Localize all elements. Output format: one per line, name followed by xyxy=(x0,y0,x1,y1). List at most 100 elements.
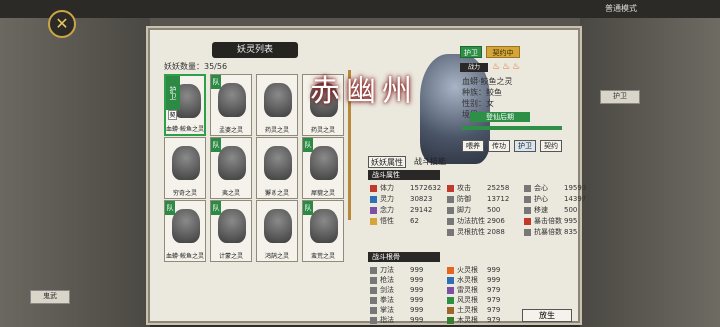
spirit-card[interactable]: 队孟婆之灵 xyxy=(210,74,252,136)
stat-label: 护心 xyxy=(534,195,548,203)
stat-value: 999 xyxy=(410,296,424,304)
stat-row: 功法抗性 2906 xyxy=(447,216,505,226)
spirit-card[interactable]: 队血蟒·鲛鱼之灵 xyxy=(164,200,206,262)
stat-value: 500 xyxy=(487,206,501,214)
stat-row: 攻击 25258 xyxy=(447,183,509,193)
stat-icon xyxy=(447,286,454,294)
stat-row: 枪法 999 xyxy=(370,275,423,285)
spirit-card[interactable]: 鸿鹄之灵 xyxy=(256,200,298,262)
stat-value: 1572632 xyxy=(410,184,442,192)
spirit-card-name: 鸿鹄之灵 xyxy=(264,253,289,260)
stat-row: 土灵根 979 xyxy=(447,305,500,315)
stat-icon xyxy=(447,306,454,314)
stat-value: 995 xyxy=(564,217,578,225)
contract-button[interactable]: 契约 xyxy=(540,140,562,152)
stat-value: 999 xyxy=(410,306,424,314)
flame-icon: ♨ xyxy=(502,62,511,72)
side-card[interactable]: 护卫 xyxy=(600,90,640,104)
spirit-card-name: 獬豸之灵 xyxy=(264,190,289,197)
spirit-figure xyxy=(172,146,200,180)
spirit-card-name: 药灵之灵 xyxy=(310,127,335,134)
transfer-button[interactable]: 传功 xyxy=(488,140,510,152)
stat-icon xyxy=(447,195,454,203)
spirit-card-name: 计蒙之灵 xyxy=(218,253,243,260)
stat-icon xyxy=(524,195,531,203)
stat-row: 护心 14397 xyxy=(524,194,586,204)
stat-label: 会心 xyxy=(534,184,548,192)
stat-row: 木灵根 979 xyxy=(447,315,500,325)
stat-icon xyxy=(370,296,377,304)
tab-skills[interactable]: 战斗技能 xyxy=(410,156,450,168)
stat-icon xyxy=(370,217,377,225)
panel-title: 妖灵列表 xyxy=(212,42,298,58)
spirit-card[interactable]: 队蛮荒之灵 xyxy=(302,200,344,262)
close-icon[interactable]: ✕ xyxy=(48,10,76,38)
spirit-figure xyxy=(310,209,338,243)
stat-label: 木灵根 xyxy=(457,316,478,324)
power-label: 战力 xyxy=(460,63,488,72)
left-background xyxy=(0,18,150,327)
stat-label: 脚力 xyxy=(457,206,471,214)
stat-row: 风灵根 979 xyxy=(447,295,500,305)
stat-icon xyxy=(370,184,377,192)
stat-label: 悟性 xyxy=(380,217,394,225)
spirit-figure xyxy=(264,146,292,180)
team-tag: 队 xyxy=(211,201,221,215)
spirit-figure xyxy=(218,209,246,243)
stat-icon xyxy=(447,276,454,284)
stat-value: 999 xyxy=(410,286,424,294)
spirit-figure xyxy=(264,83,292,117)
spirit-card[interactable]: 队犀貔之灵 xyxy=(302,137,344,199)
stat-icon xyxy=(447,266,454,274)
spirit-figure xyxy=(218,83,246,117)
stat-icon xyxy=(524,206,531,214)
stat-label: 掌法 xyxy=(380,306,394,314)
spirit-count: 妖妖数量：35/56 xyxy=(164,62,228,71)
spirit-card-name: 血蟒·鲛鱼之灵 xyxy=(166,126,204,133)
spirit-card-name: 蛮荒之灵 xyxy=(310,253,335,260)
stat-value: 979 xyxy=(487,286,501,294)
guard-badge: 护卫 xyxy=(460,46,482,58)
spirit-figure xyxy=(218,146,246,180)
spirit-card[interactable]: 护卫契血蟒·鲛鱼之灵 xyxy=(164,74,206,136)
release-button[interactable]: 放生 xyxy=(522,309,572,322)
flame-icon: ♨ xyxy=(512,62,521,72)
contract-tag: 契 xyxy=(168,110,177,120)
stat-label: 风灵根 xyxy=(457,296,478,304)
stat-label: 功法抗性 xyxy=(457,217,485,225)
side-card[interactable]: 鬼武 xyxy=(30,290,70,304)
stat-value: 25258 xyxy=(487,184,510,192)
stat-label: 刀法 xyxy=(380,266,394,274)
feed-button[interactable]: 喂养 xyxy=(462,140,484,152)
realm-value: 登仙后期 xyxy=(470,112,530,122)
team-tag: 队 xyxy=(211,75,221,89)
team-tag: 队 xyxy=(303,138,313,152)
stat-row: 移速 500 xyxy=(524,205,577,215)
combat-roots-header: 战斗根骨 xyxy=(368,252,440,262)
stat-row: 体力 1572632 xyxy=(370,183,441,193)
tab-attributes[interactable]: 妖妖属性 xyxy=(368,156,406,168)
spirit-card[interactable]: 穷奇之灵 xyxy=(164,137,206,199)
stat-row: 刀法 999 xyxy=(370,265,423,275)
stat-value: 999 xyxy=(410,266,424,274)
stat-row: 脚力 500 xyxy=(447,205,500,215)
stat-value: 2906 xyxy=(487,217,505,225)
stat-value: 999 xyxy=(410,276,424,284)
stat-value: 999 xyxy=(487,276,501,284)
spirit-figure xyxy=(264,209,292,243)
spirit-card[interactable]: 獬豸之灵 xyxy=(256,137,298,199)
stat-label: 雷灵根 xyxy=(457,286,478,294)
stat-row: 拳法 999 xyxy=(370,295,423,305)
stat-row: 会心 19593 xyxy=(524,183,586,193)
stat-label: 指法 xyxy=(380,316,394,324)
stat-value: 2088 xyxy=(487,228,505,236)
stat-row: 指法 999 xyxy=(370,315,423,325)
spirit-card[interactable]: 药灵之灵 xyxy=(256,74,298,136)
stat-icon xyxy=(524,228,531,236)
guard-button[interactable]: 护卫 xyxy=(514,140,536,152)
team-tag: 队 xyxy=(303,201,313,215)
spirit-card[interactable]: 队夷之灵 xyxy=(210,137,252,199)
stat-value: 14397 xyxy=(564,195,587,203)
spirit-card[interactable]: 队计蒙之灵 xyxy=(210,200,252,262)
stat-row: 暴击倍数 995 xyxy=(524,216,577,226)
